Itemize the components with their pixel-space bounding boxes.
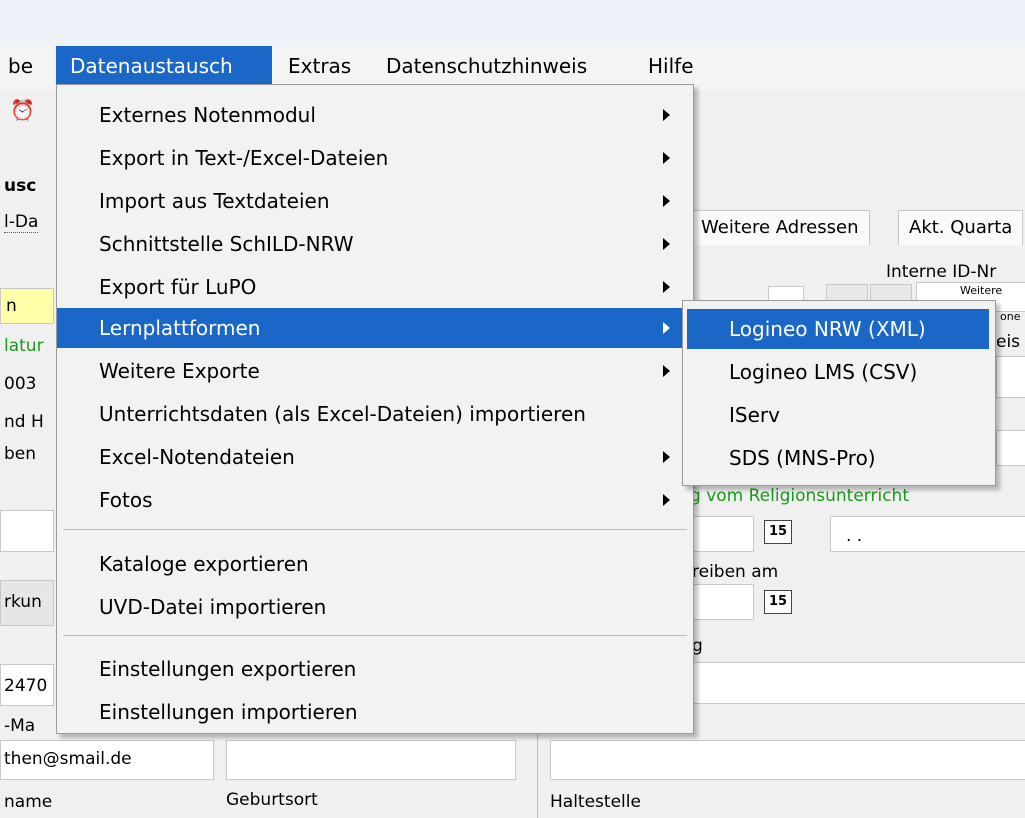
menu-item-einstellungen-exportieren[interactable]: Einstellungen exportieren <box>57 649 693 689</box>
submenu-arrow-icon <box>663 322 670 334</box>
title-bar <box>0 0 1025 46</box>
menu-item-excel-notendateien[interactable]: Excel-Notendateien <box>57 437 693 477</box>
menu-datenaustausch-label: Datenaustausch <box>70 54 233 78</box>
left-label-n: n <box>6 296 17 316</box>
submenu-item-label: Logineo NRW (XML) <box>729 317 926 341</box>
tab-akt-quartal-label: Akt. Quarta <box>909 217 1013 238</box>
menu-item-kataloge-exportieren[interactable]: Kataloge exportieren <box>57 544 693 584</box>
menu-item-label: Weitere Exporte <box>99 359 260 383</box>
left-label-email: -Ma <box>4 716 36 736</box>
menu-item-lernplattformen[interactable]: Lernplattformen <box>57 308 693 348</box>
datenaustausch-dropdown: Externes Notenmodul Export in Text-/Exce… <box>56 84 694 734</box>
submenu-arrow-icon <box>663 152 670 164</box>
menu-extras-label: Extras <box>288 54 352 78</box>
menu-item-label: Lernplattformen <box>99 316 261 340</box>
app-window: ⏰ usc l-Da n latur 003 nd H ben rkun 247… <box>0 0 1025 818</box>
weitere-small-label: Weitere <box>960 284 1003 297</box>
submenu-arrow-icon <box>663 195 670 207</box>
left-empty-field[interactable] <box>0 510 54 552</box>
calendar-icon[interactable]: 15 <box>764 520 792 544</box>
date-placeholder: . . <box>846 526 863 546</box>
menu-item-label: Externes Notenmodul <box>99 103 316 127</box>
right-field-2[interactable] <box>996 430 1025 466</box>
menu-item-label: Import aus Textdateien <box>99 189 330 213</box>
menu-datenaustausch[interactable]: Datenaustausch <box>56 46 272 86</box>
left-label-ndh: nd H <box>4 412 44 432</box>
submenu-arrow-icon <box>663 281 670 293</box>
left-label-usc: usc <box>4 176 37 196</box>
menu-hilfe[interactable]: Hilfe <box>634 46 708 86</box>
birthplace-field[interactable] <box>226 740 516 780</box>
right-wide-field[interactable] <box>692 662 1025 704</box>
menu-item-label: Schnittstelle SchILD-NRW <box>99 232 354 256</box>
submenu-arrow-icon <box>663 451 670 463</box>
menu-item-unterrichtsdaten-importieren[interactable]: Unterrichtsdaten (als Excel-Dateien) imp… <box>57 394 693 434</box>
menu-item-export-lupo[interactable]: Export für LuPO <box>57 267 693 307</box>
eis-label: eis <box>996 332 1021 352</box>
submenu-item-label: SDS (MNS-Pro) <box>729 446 876 470</box>
menu-extras[interactable]: Extras <box>274 46 365 86</box>
submenu-arrow-icon <box>663 238 670 250</box>
menu-bearbeiten[interactable]: be <box>0 46 47 86</box>
menu-item-label: UVD-Datei importieren <box>99 595 327 619</box>
menu-datenschutzhinweis[interactable]: Datenschutzhinweis <box>372 46 601 86</box>
left-label-rkun: rkun <box>4 592 42 612</box>
tab-weitere-adressen[interactable]: Weitere Adressen <box>690 210 870 245</box>
left-value-2470: 2470 <box>4 676 48 696</box>
name-label: name <box>4 792 53 812</box>
left-value-ben: ben <box>4 444 37 464</box>
menu-item-uvd-importieren[interactable]: UVD-Datei importieren <box>57 587 693 627</box>
menu-item-label: Unterrichtsdaten (als Excel-Dateien) imp… <box>99 402 586 426</box>
menu-item-export-text-excel[interactable]: Export in Text-/Excel-Dateien <box>57 138 693 178</box>
reiben-date-field[interactable] <box>692 584 754 620</box>
menu-bearbeiten-label: be <box>8 54 33 78</box>
menu-item-weitere-exporte[interactable]: Weitere Exporte <box>57 351 693 391</box>
submenu-item-iserv[interactable]: IServ <box>687 395 989 435</box>
left-label-datum: latur <box>4 336 44 356</box>
left-value-003: 003 <box>4 374 37 394</box>
calendar-icon[interactable]: 15 <box>764 590 792 614</box>
menu-separator <box>63 635 687 636</box>
haltestelle-field[interactable] <box>550 740 1025 780</box>
email-value: then@smail.de <box>4 749 132 769</box>
menu-item-label: Excel-Notendateien <box>99 445 295 469</box>
menu-item-label: Einstellungen exportieren <box>99 657 357 681</box>
geburtsort-label: Geburtsort <box>226 790 318 810</box>
menu-datenschutzhinweis-label: Datenschutzhinweis <box>386 54 588 78</box>
menu-item-label: Einstellungen importieren <box>99 700 358 724</box>
tab-akt-quartal[interactable]: Akt. Quarta <box>898 210 1024 245</box>
left-tab-ida[interactable]: l-Da <box>4 212 39 233</box>
submenu-item-label: IServ <box>729 403 780 427</box>
submenu-item-label: Logineo LMS (CSV) <box>729 360 918 384</box>
alarm-clock-icon[interactable]: ⏰ <box>10 98 35 124</box>
menu-item-externes-notenmodul[interactable]: Externes Notenmodul <box>57 95 693 135</box>
submenu-item-sds[interactable]: SDS (MNS-Pro) <box>687 438 989 478</box>
menu-item-label: Export in Text-/Excel-Dateien <box>99 146 389 170</box>
haltestelle-label: Haltestelle <box>550 792 641 812</box>
religion-label: g vom Religionsunterricht <box>690 486 909 506</box>
right-field-1[interactable] <box>996 356 1025 398</box>
menu-item-fotos[interactable]: Fotos <box>57 480 693 520</box>
religion-date-field[interactable] <box>692 516 754 552</box>
menu-item-schnittstelle-schild[interactable]: Schnittstelle SchILD-NRW <box>57 224 693 264</box>
submenu-arrow-icon <box>663 494 670 506</box>
menu-hilfe-label: Hilfe <box>648 54 694 78</box>
one-small-label: one <box>1000 310 1021 323</box>
menu-separator <box>63 529 687 530</box>
tab-weitere-adressen-label: Weitere Adressen <box>701 217 859 238</box>
submenu-arrow-icon <box>663 109 670 121</box>
submenu-item-logineo-nrw[interactable]: Logineo NRW (XML) <box>687 309 989 349</box>
menu-item-label: Fotos <box>99 488 153 512</box>
menu-item-label: Kataloge exportieren <box>99 552 309 576</box>
submenu-item-logineo-lms[interactable]: Logineo LMS (CSV) <box>687 352 989 392</box>
menu-item-import-textdateien[interactable]: Import aus Textdateien <box>57 181 693 221</box>
menu-item-einstellungen-importieren[interactable]: Einstellungen importieren <box>57 692 693 732</box>
menu-item-label: Export für LuPO <box>99 275 257 299</box>
reiben-am-label: reiben am <box>692 562 779 582</box>
interne-id-label: Interne ID-Nr <box>886 262 997 282</box>
submenu-arrow-icon <box>663 365 670 377</box>
lernplattformen-submenu: Logineo NRW (XML) Logineo LMS (CSV) ISer… <box>682 300 996 486</box>
